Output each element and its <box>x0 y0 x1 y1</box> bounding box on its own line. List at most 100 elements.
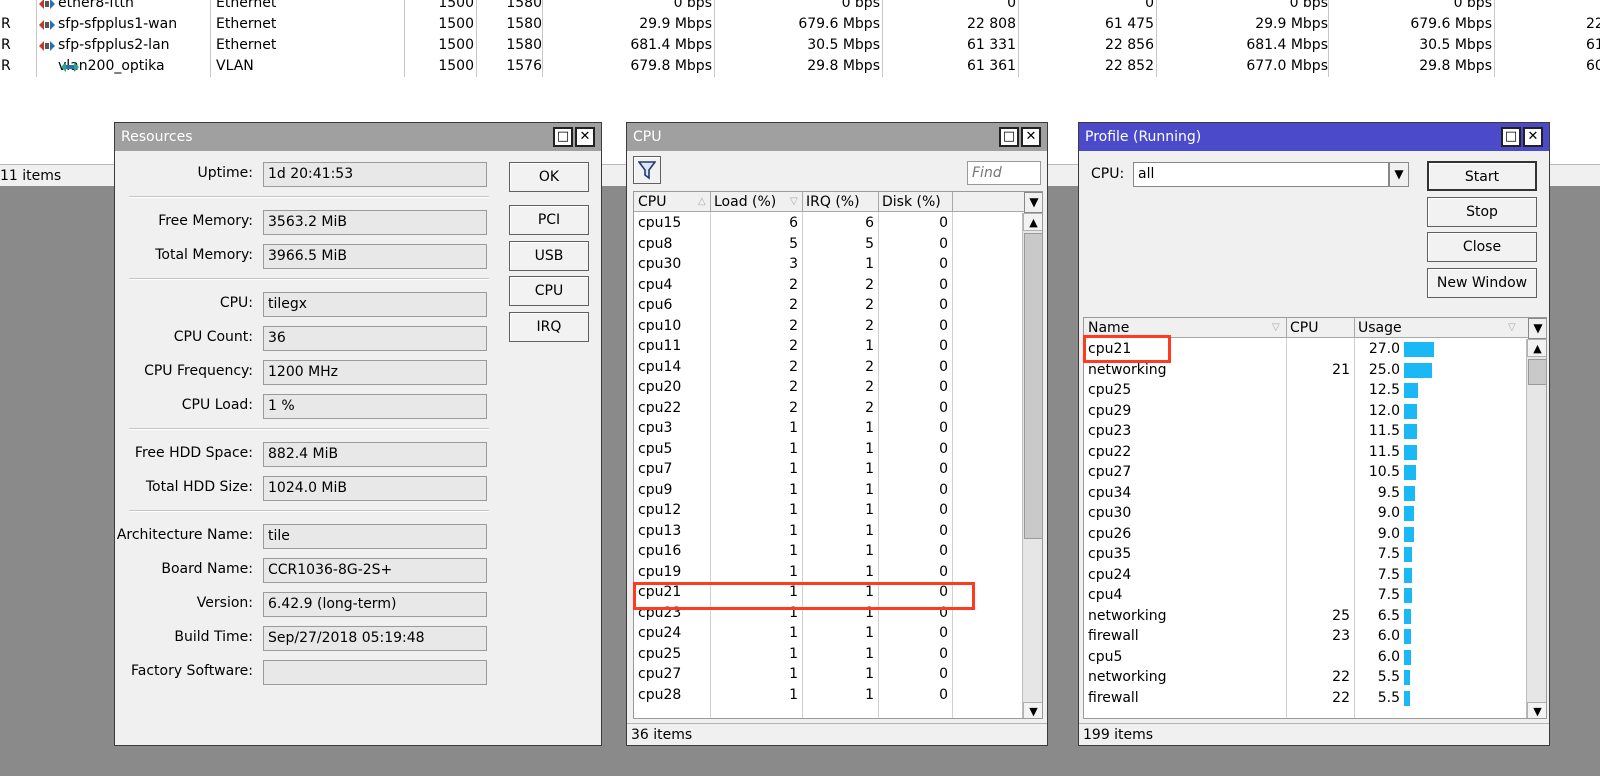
cpu-titlebar[interactable]: CPU □ ✕ <box>627 123 1047 151</box>
resources-value-field[interactable]: Sep/27/2018 05:19:48 <box>263 626 487 651</box>
table-row[interactable]: cpu11 2 1 0 <box>634 336 1022 357</box>
table-row[interactable]: cpu8 5 5 0 <box>634 234 1022 255</box>
table-row[interactable]: cpu4 7.5 <box>1084 585 1526 606</box>
resources-value-field[interactable]: 1024.0 MiB <box>263 476 487 501</box>
resources-value-field[interactable]: tilegx <box>263 292 487 317</box>
usb-button[interactable]: USB <box>509 241 589 271</box>
new-window-button[interactable]: New Window <box>1427 268 1537 298</box>
table-row[interactable]: cpu26 9.0 <box>1084 524 1526 545</box>
close-icon[interactable]: ✕ <box>575 127 595 147</box>
table-row[interactable]: cpu27 1 1 0 <box>634 664 1022 685</box>
column-menu-chevron-down-icon[interactable]: ▼ <box>1528 318 1546 339</box>
interface-row[interactable]: ether8-ftth Ethernet 1500 1580 0 bps 0 bps 0 0 0… <box>0 0 1600 14</box>
maximize-icon[interactable]: □ <box>553 127 573 147</box>
chevron-down-icon[interactable]: ▼ <box>1389 162 1409 187</box>
table-row[interactable]: firewall 23 6.0 <box>1084 626 1526 647</box>
resources-value-field[interactable]: CCR1036-8G-2S+ <box>263 558 487 583</box>
resources-value-field[interactable]: 36 <box>263 326 487 351</box>
table-row[interactable]: cpu22 2 2 0 <box>634 398 1022 419</box>
table-row[interactable]: cpu22 11.5 <box>1084 442 1526 463</box>
profile-scroll-thumb[interactable] <box>1528 359 1546 385</box>
resources-value-field[interactable]: 1 % <box>263 394 487 419</box>
interface-row[interactable]: Rvlan200_optika VLAN 1500 1576 679.8 Mbps 29.… <box>0 56 1600 77</box>
table-row[interactable]: cpu4 2 2 0 <box>634 275 1022 296</box>
filter-button[interactable] <box>633 156 661 184</box>
table-row[interactable]: cpu12 1 1 0 <box>634 500 1022 521</box>
pci-button[interactable]: PCI <box>509 205 589 235</box>
cpu-name-cell: cpu12 <box>638 502 682 518</box>
cpu-scroll-thumb[interactable] <box>1024 233 1042 539</box>
table-row[interactable]: cpu14 2 2 0 <box>634 357 1022 378</box>
column-menu-chevron-down-icon[interactable]: ▼ <box>1024 192 1042 213</box>
table-row[interactable]: cpu5 1 1 0 <box>634 439 1022 460</box>
table-row[interactable]: cpu28 1 1 0 <box>634 685 1022 706</box>
resources-value-field[interactable]: 3966.5 MiB <box>263 244 487 269</box>
table-row[interactable]: networking 22 5.5 <box>1084 667 1526 688</box>
close-icon[interactable]: ✕ <box>1523 127 1543 147</box>
maximize-icon[interactable]: □ <box>999 127 1019 147</box>
table-row[interactable]: firewall 22 5.5 <box>1084 688 1526 709</box>
table-row[interactable]: cpu34 9.5 <box>1084 483 1526 504</box>
find-input[interactable] <box>967 161 1041 185</box>
table-row[interactable]: cpu30 9.0 <box>1084 503 1526 524</box>
start-button[interactable]: Start <box>1427 161 1537 191</box>
resources-value-field[interactable]: tile <box>263 524 487 549</box>
table-row[interactable]: cpu27 10.5 <box>1084 462 1526 483</box>
table-row[interactable]: networking 25 6.5 <box>1084 606 1526 627</box>
irq-button[interactable]: IRQ <box>509 312 589 342</box>
table-row[interactable]: cpu3 1 1 0 <box>634 418 1022 439</box>
table-row[interactable]: cpu29 12.0 <box>1084 401 1526 422</box>
table-row[interactable]: cpu24 7.5 <box>1084 565 1526 586</box>
resources-label: Free HDD Space: <box>134 445 253 461</box>
resources-value-field[interactable]: 1d 20:41:53 <box>263 162 487 187</box>
table-row[interactable]: cpu16 1 1 0 <box>634 541 1022 562</box>
scroll-up-arrow-icon[interactable]: ▲ <box>1023 213 1042 231</box>
resources-value-field[interactable]: 882.4 MiB <box>263 442 487 467</box>
table-row[interactable]: cpu10 2 2 0 <box>634 316 1022 337</box>
close-icon[interactable]: ✕ <box>1021 127 1041 147</box>
col-header-usage[interactable]: Usage <box>1358 320 1402 336</box>
table-row[interactable]: cpu23 11.5 <box>1084 421 1526 442</box>
table-row[interactable]: cpu35 7.5 <box>1084 544 1526 565</box>
table-row[interactable]: cpu13 1 1 0 <box>634 521 1022 542</box>
table-row[interactable]: cpu24 1 1 0 <box>634 623 1022 644</box>
scroll-down-arrow-icon[interactable]: ▼ <box>1023 702 1042 718</box>
profile-titlebar[interactable]: Profile (Running) □ ✕ <box>1079 123 1549 151</box>
table-row[interactable]: cpu5 6.0 <box>1084 647 1526 668</box>
resources-titlebar[interactable]: Resources □ ✕ <box>115 123 601 151</box>
col-header-cpu[interactable]: CPU <box>638 194 666 210</box>
table-row[interactable]: cpu15 6 6 0 <box>634 213 1022 234</box>
col-header-name[interactable]: Name <box>1088 320 1129 336</box>
table-row[interactable]: cpu20 2 2 0 <box>634 377 1022 398</box>
cpu-button[interactable]: CPU <box>509 276 589 306</box>
cpu-load-cell: 5 <box>789 235 798 252</box>
ok-button[interactable]: OK <box>509 162 589 192</box>
profile-items-count: 199 items <box>1083 727 1154 743</box>
table-row[interactable]: cpu7 1 1 0 <box>634 459 1022 480</box>
col-header-irq[interactable]: IRQ (%) <box>806 194 860 210</box>
table-row[interactable]: cpu9 1 1 0 <box>634 480 1022 501</box>
profile-scrollbar[interactable]: ▲ ▼ <box>1526 339 1546 718</box>
col-header-load[interactable]: Load (%) <box>714 194 776 210</box>
table-row[interactable]: cpu19 1 1 0 <box>634 562 1022 583</box>
interface-row[interactable]: Rsfp-sfpplus1-wan Ethernet 1500 1580 29.9 Mb… <box>0 14 1600 35</box>
table-row[interactable]: cpu6 2 2 0 <box>634 295 1022 316</box>
resources-value-field[interactable]: 1200 MHz <box>263 360 487 385</box>
scroll-up-arrow-icon[interactable]: ▲ <box>1527 339 1546 357</box>
table-row[interactable]: cpu25 1 1 0 <box>634 644 1022 665</box>
resources-value-field[interactable]: 3563.2 MiB <box>263 210 487 235</box>
table-row[interactable]: cpu30 3 1 0 <box>634 254 1022 275</box>
table-row[interactable]: cpu25 12.5 <box>1084 380 1526 401</box>
interface-row[interactable]: Rsfp-sfpplus2-lan Ethernet 1500 1580 681.4 M… <box>0 35 1600 56</box>
scroll-down-arrow-icon[interactable]: ▼ <box>1527 702 1546 718</box>
resources-value-field[interactable] <box>263 660 487 685</box>
cpu-select[interactable]: all <box>1133 162 1389 187</box>
col-header-disk[interactable]: Disk (%) <box>882 194 941 210</box>
interface-rx: 679.6 Mbps <box>798 16 880 32</box>
close-button[interactable]: Close <box>1427 232 1537 262</box>
maximize-icon[interactable]: □ <box>1501 127 1521 147</box>
stop-button[interactable]: Stop <box>1427 197 1537 227</box>
cpu-scrollbar[interactable]: ▲ ▼ <box>1022 213 1042 718</box>
col-header-cpu[interactable]: CPU <box>1290 320 1318 336</box>
resources-value-field[interactable]: 6.42.9 (long-term) <box>263 592 487 617</box>
